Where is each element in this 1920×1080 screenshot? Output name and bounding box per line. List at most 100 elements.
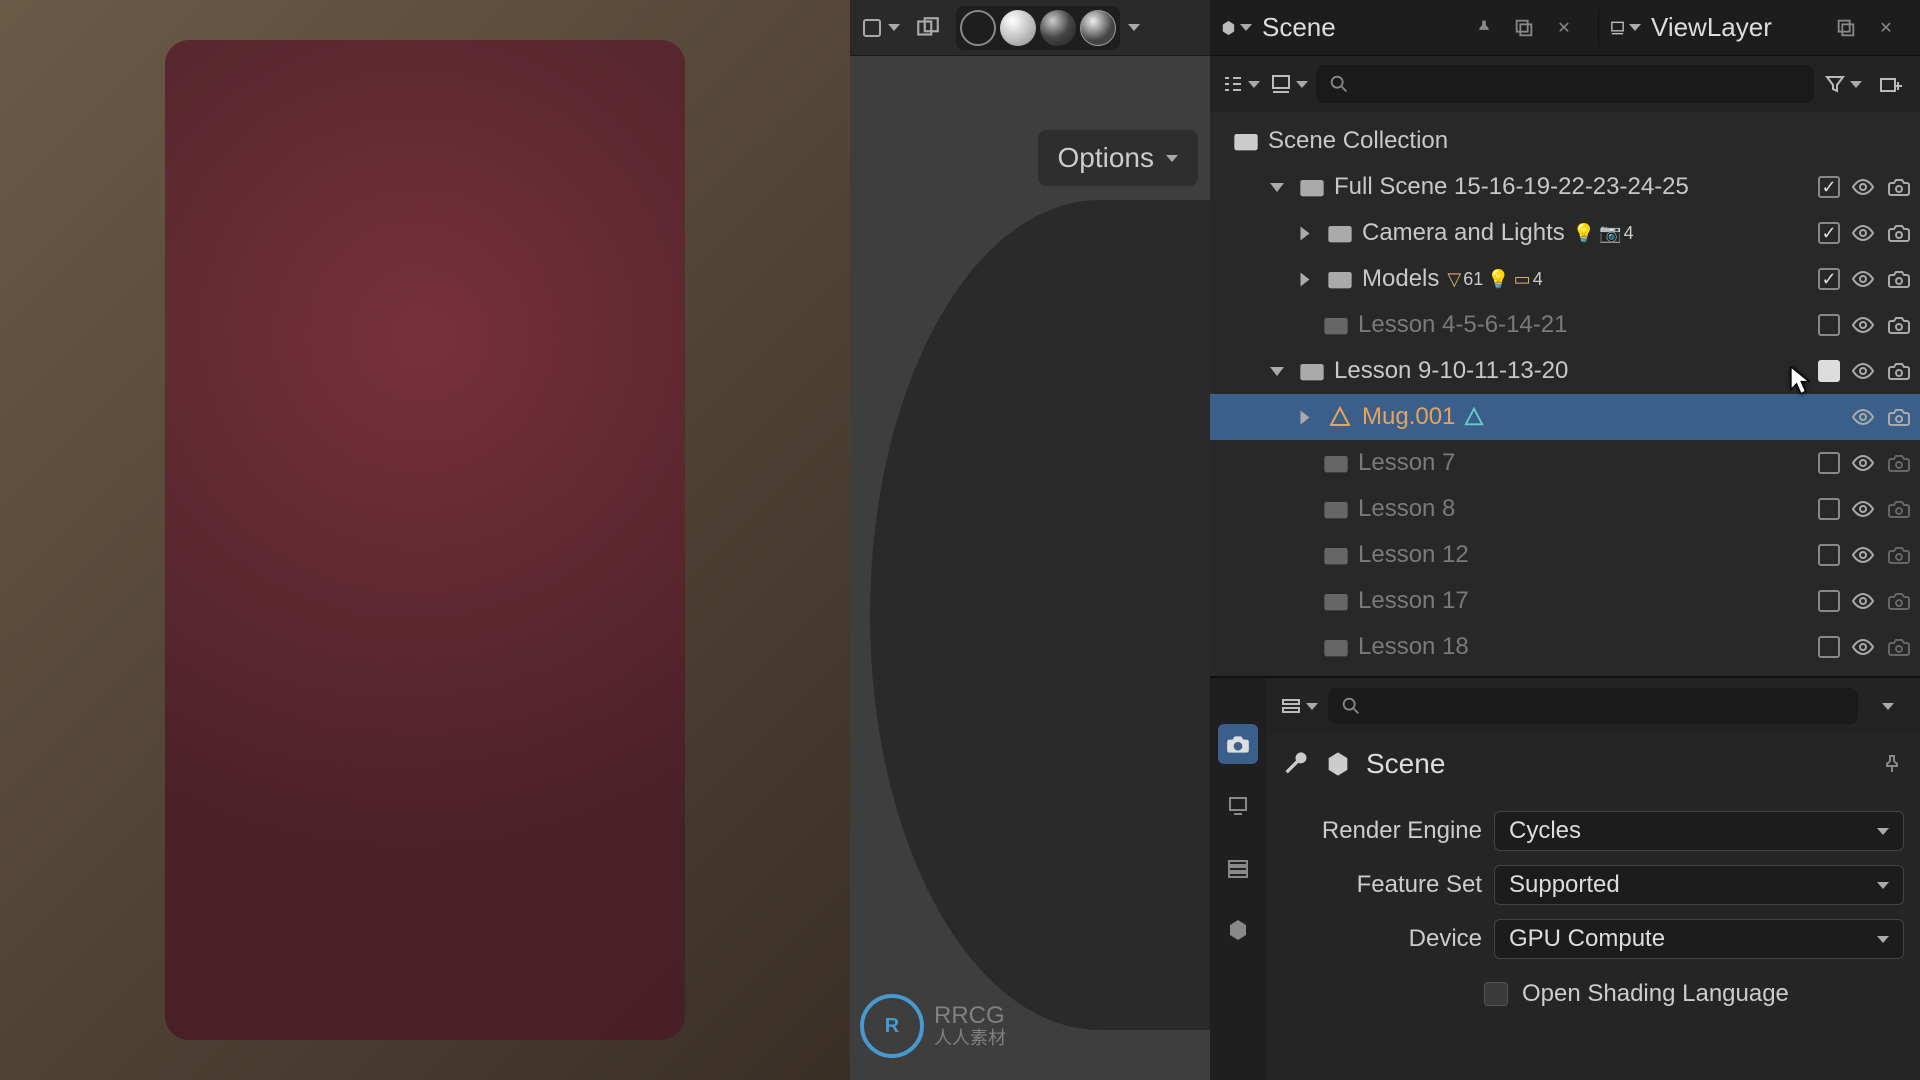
shading-rendered-button[interactable] — [1080, 10, 1116, 46]
viewlayer-icon[interactable] — [1609, 12, 1641, 44]
pin-icon[interactable] — [1466, 10, 1502, 46]
outliner-row-label: Scene Collection — [1268, 127, 1448, 155]
hide-viewport-toggle[interactable] — [1850, 358, 1876, 384]
exclude-checkbox[interactable] — [1818, 314, 1840, 336]
exclude-checkbox[interactable] — [1818, 222, 1840, 244]
hide-viewport-toggle[interactable] — [1850, 404, 1876, 430]
properties-tab-viewlayer[interactable] — [1218, 848, 1258, 888]
exclude-checkbox[interactable] — [1818, 268, 1840, 290]
exclude-checkbox[interactable] — [1818, 452, 1840, 474]
properties-tab-render[interactable] — [1218, 724, 1258, 764]
toggle-xray-button[interactable] — [908, 8, 948, 48]
hide-viewport-toggle[interactable] — [1850, 496, 1876, 522]
outliner-row[interactable]: Lesson 8 — [1210, 486, 1920, 532]
copy-viewlayer-button[interactable] — [1828, 10, 1864, 46]
outliner-root-row[interactable]: Scene Collection — [1210, 118, 1920, 164]
outliner-row[interactable]: Lesson 17 — [1210, 578, 1920, 624]
exclude-checkbox[interactable] — [1818, 176, 1840, 198]
outliner-new-collection-button[interactable] — [1870, 64, 1910, 104]
shading-mode-group — [956, 6, 1120, 50]
property-select[interactable]: Supported — [1494, 865, 1904, 905]
delete-scene-button[interactable]: ✕ — [1546, 10, 1582, 46]
hide-render-toggle[interactable] — [1886, 450, 1912, 476]
outliner-row[interactable]: Lesson 4-5-6-14-21 — [1210, 302, 1920, 348]
hide-render-toggle[interactable] — [1886, 220, 1912, 246]
exclude-checkbox[interactable] — [1818, 636, 1840, 658]
collection-icon — [1322, 635, 1350, 659]
hide-render-toggle[interactable] — [1886, 542, 1912, 568]
chevron-down-icon — [1629, 24, 1641, 31]
outliner-row[interactable]: Models▽61💡▭4 — [1210, 256, 1920, 302]
exclude-checkbox[interactable] — [1818, 544, 1840, 566]
pin-icon[interactable] — [1880, 752, 1904, 776]
properties-search-input[interactable] — [1328, 688, 1858, 724]
scene-name-field[interactable]: Scene — [1262, 12, 1450, 43]
shading-wireframe-button[interactable] — [960, 10, 996, 46]
hide-render-toggle[interactable] — [1886, 634, 1912, 660]
outliner-search-input[interactable] — [1316, 65, 1814, 103]
outliner-row[interactable]: Lesson 18 — [1210, 624, 1920, 670]
outliner-row[interactable]: Mug.001 — [1210, 394, 1920, 440]
hide-render-toggle[interactable] — [1886, 174, 1912, 200]
outliner-row[interactable]: Lesson 9-10-11-13-20 — [1210, 348, 1920, 394]
hide-viewport-toggle[interactable] — [1850, 220, 1876, 246]
hide-viewport-toggle[interactable] — [1850, 450, 1876, 476]
properties-tab-scene[interactable] — [1218, 910, 1258, 950]
scene-icon[interactable] — [1220, 12, 1252, 44]
collection-icon — [1232, 129, 1260, 153]
hide-render-toggle[interactable] — [1886, 266, 1912, 292]
exclude-checkbox[interactable] — [1818, 590, 1840, 612]
chevron-down-icon — [1296, 81, 1308, 88]
property-select[interactable]: GPU Compute — [1494, 919, 1904, 959]
watermark: R RRCG 人人素材 — [860, 994, 1006, 1058]
outliner-row-label: Full Scene 15-16-19-22-23-24-25 — [1334, 173, 1689, 201]
exclude-checkbox[interactable] — [1818, 360, 1840, 382]
collection-icon — [1326, 267, 1354, 291]
disclosure-triangle-icon[interactable] — [1270, 367, 1284, 376]
delete-viewlayer-button[interactable]: ✕ — [1868, 10, 1904, 46]
disclosure-triangle-icon[interactable] — [1301, 410, 1310, 424]
disclosure-triangle-icon[interactable] — [1301, 272, 1310, 286]
properties-breadcrumb: Scene — [1266, 734, 1920, 794]
outliner-row[interactable]: Camera and Lights💡📷4 — [1210, 210, 1920, 256]
hide-render-toggle[interactable] — [1886, 404, 1912, 430]
hide-viewport-toggle[interactable] — [1850, 312, 1876, 338]
outliner-filter-dropdown[interactable] — [1822, 64, 1862, 104]
hide-viewport-toggle[interactable] — [1850, 588, 1876, 614]
shading-solid-button[interactable] — [1000, 10, 1036, 46]
outliner-row[interactable]: Full Scene 15-16-19-22-23-24-25 — [1210, 164, 1920, 210]
shading-material-preview-button[interactable] — [1040, 10, 1076, 46]
chevron-down-icon[interactable] — [1128, 24, 1140, 31]
hide-viewport-toggle[interactable] — [1850, 542, 1876, 568]
property-value: GPU Compute — [1509, 925, 1665, 953]
hide-render-toggle[interactable] — [1886, 312, 1912, 338]
viewport-options-dropdown[interactable]: Options — [1038, 130, 1199, 186]
hide-viewport-toggle[interactable] — [1850, 266, 1876, 292]
properties-type-dropdown[interactable] — [1278, 686, 1318, 726]
disclosure-triangle-icon[interactable] — [1301, 226, 1310, 240]
restrict-toggles — [1818, 220, 1912, 246]
disclosure-triangle-icon[interactable] — [1270, 183, 1284, 192]
outliner-row[interactable]: Lesson 12 — [1210, 532, 1920, 578]
properties-body: Scene Render Engine Cycles Feature Set S… — [1266, 678, 1920, 1080]
outliner-row[interactable]: Lesson 7 — [1210, 440, 1920, 486]
viewport-panel: Options ‹ — [850, 0, 1210, 1080]
outliner-view-dropdown[interactable] — [1268, 64, 1308, 104]
property-select[interactable]: Cycles — [1494, 811, 1904, 851]
outliner-tree[interactable]: Scene Collection Full Scene 15-16-19-22-2… — [1210, 112, 1920, 676]
viewlayer-name-field[interactable]: ViewLayer — [1651, 12, 1812, 43]
properties-options-dropdown[interactable] — [1868, 686, 1908, 726]
hide-render-toggle[interactable] — [1886, 588, 1912, 614]
outliner-display-mode-dropdown[interactable] — [1220, 64, 1260, 104]
hide-render-toggle[interactable] — [1886, 496, 1912, 522]
hide-viewport-toggle[interactable] — [1850, 634, 1876, 660]
osl-checkbox[interactable] — [1484, 982, 1508, 1006]
copy-scene-button[interactable] — [1506, 10, 1542, 46]
hide-viewport-toggle[interactable] — [1850, 174, 1876, 200]
properties-tab-output[interactable] — [1218, 786, 1258, 826]
toggle-overlays-button[interactable] — [860, 8, 900, 48]
property-label: Feature Set — [1282, 871, 1482, 899]
exclude-checkbox[interactable] — [1818, 498, 1840, 520]
outliner-row-label: Lesson 18 — [1358, 633, 1469, 661]
hide-render-toggle[interactable] — [1886, 358, 1912, 384]
